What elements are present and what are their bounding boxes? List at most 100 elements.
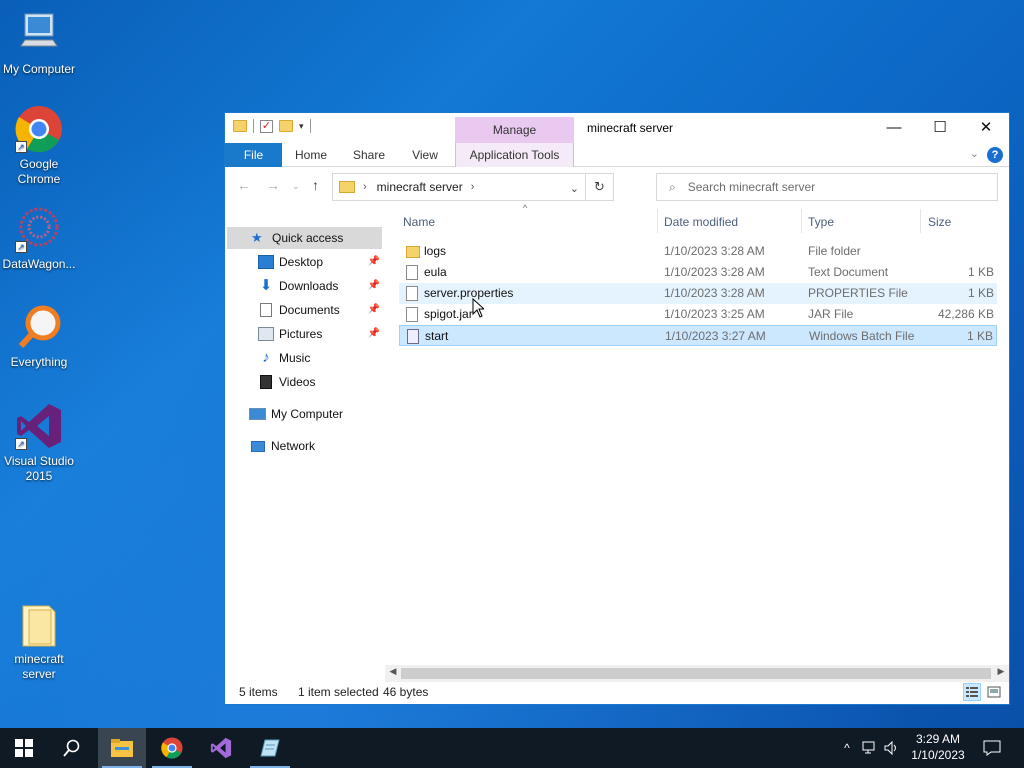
pictures-icon	[258, 327, 274, 341]
taskbar-visual-studio[interactable]	[197, 728, 245, 768]
help-icon[interactable]: ?	[987, 147, 1003, 163]
file-row-server-properties[interactable]: server.properties 1/10/2023 3:28 AM PROP…	[399, 283, 997, 304]
chrome-icon	[161, 737, 183, 759]
maximize-button[interactable]: ☐	[917, 113, 963, 143]
minimize-button[interactable]: —	[871, 113, 917, 143]
tab-share[interactable]: Share	[345, 143, 393, 167]
show-hidden-icons-icon[interactable]: ^	[838, 741, 856, 755]
file-name: logs	[424, 244, 447, 258]
nav-item-label: Downloads	[279, 279, 339, 293]
file-row-start[interactable]: start 1/10/2023 3:27 AM Windows Batch Fi…	[399, 325, 997, 346]
desktop-icon-minecraft-server-folder[interactable]: minecraft server	[0, 600, 78, 682]
tab-home[interactable]: Home	[287, 143, 335, 167]
pin-icon[interactable]: 📌	[368, 275, 380, 297]
start-button[interactable]	[0, 728, 48, 768]
pin-icon[interactable]: 📌	[368, 299, 380, 321]
taskbar-chrome[interactable]	[148, 728, 196, 768]
column-divider[interactable]	[920, 209, 921, 233]
clock[interactable]: 3:29 AM 1/10/2023	[900, 731, 976, 763]
column-header-size[interactable]: Size	[928, 211, 994, 233]
network-icon[interactable]	[862, 741, 878, 755]
clock-time: 3:29 AM	[915, 732, 961, 746]
desktop-icon-label: DataWagon...	[2, 257, 76, 271]
nav-item-desktop[interactable]: Desktop 📌	[258, 251, 382, 273]
file-size: 1 KB	[966, 329, 993, 343]
visual-studio-icon: ↗	[15, 402, 63, 450]
taskbar-file-explorer[interactable]	[98, 728, 146, 768]
file-date: 1/10/2023 3:25 AM	[664, 307, 765, 321]
column-divider[interactable]	[801, 209, 802, 233]
documents-icon	[260, 303, 272, 317]
nav-item-downloads[interactable]: ⬇ Downloads 📌	[258, 275, 382, 297]
visual-studio-icon	[210, 737, 232, 759]
column-header-name[interactable]: Name	[403, 211, 653, 233]
properties-icon[interactable]: ✓	[260, 119, 273, 133]
forward-arrow-icon[interactable]: →	[266, 177, 280, 193]
details-view-icon[interactable]	[963, 683, 981, 701]
nav-item-videos[interactable]: Videos	[258, 371, 382, 393]
column-divider[interactable]	[657, 209, 658, 233]
scroll-right-icon[interactable]: ▶	[993, 666, 1009, 677]
refresh-icon[interactable]: ↻	[585, 174, 613, 200]
explorer-window: ✓ ▾ Manage minecraft server — ☐ ✕ File H…	[224, 112, 1010, 705]
clock-date: 1/10/2023	[911, 748, 965, 762]
video-film-icon	[260, 375, 272, 389]
expand-ribbon-icon[interactable]: ⌄	[970, 147, 979, 160]
taskbar: ^ 3:29 AM 1/10/2023	[0, 728, 1024, 768]
pin-icon[interactable]: 📌	[368, 323, 380, 345]
chevron-right-icon[interactable]: ›	[471, 181, 475, 193]
chevron-down-icon[interactable]: ⌄	[570, 182, 579, 195]
search-icon	[63, 739, 80, 757]
scrollbar-thumb[interactable]	[401, 668, 991, 679]
file-row-eula[interactable]: eula 1/10/2023 3:28 AM Text Document 1 K…	[399, 262, 997, 283]
taskbar-notepad[interactable]	[246, 728, 294, 768]
nav-item-pictures[interactable]: Pictures 📌	[258, 323, 382, 345]
volume-icon[interactable]	[884, 741, 900, 755]
network-icon	[251, 440, 265, 452]
nav-item-network[interactable]: Network	[249, 435, 382, 457]
column-header-type[interactable]: Type	[808, 211, 918, 233]
desktop-icon	[258, 255, 274, 269]
folder-icon	[339, 181, 355, 193]
back-arrow-icon[interactable]: ←	[237, 177, 251, 193]
customize-toolbar-icon[interactable]: ▾	[299, 121, 304, 132]
close-button[interactable]: ✕	[963, 113, 1009, 143]
new-folder-icon[interactable]	[279, 120, 293, 132]
file-row-spigot-jar[interactable]: spigot.jar 1/10/2023 3:25 AM JAR File 42…	[399, 304, 997, 325]
action-center-button[interactable]	[968, 728, 1016, 768]
search-button[interactable]	[48, 728, 96, 768]
nav-item-label: My Computer	[271, 407, 344, 421]
large-icons-view-icon[interactable]	[985, 683, 1003, 701]
file-row-logs[interactable]: logs 1/10/2023 3:28 AM File folder	[399, 241, 997, 262]
file-size: 42,286 KB	[937, 307, 994, 321]
desktop-icon-everything[interactable]: Everything	[0, 303, 78, 370]
desktop-icon-datawagon[interactable]: ↗ DataWagon...	[0, 205, 78, 272]
nav-item-documents[interactable]: Documents 📌	[258, 299, 382, 321]
desktop-icon-visual-studio[interactable]: ↗ Visual Studio 2015	[0, 402, 78, 484]
up-arrow-icon[interactable]: ↑	[312, 177, 319, 193]
nav-item-music[interactable]: ♪ Music	[258, 347, 382, 369]
address-box[interactable]: › minecraft server › ⌄ ↻	[332, 173, 614, 201]
desktop-icon-my-computer[interactable]: My Computer	[0, 10, 78, 77]
tab-application-tools[interactable]: Application Tools	[455, 143, 574, 167]
breadcrumb-minecraft-server[interactable]: minecraft server	[377, 180, 463, 194]
download-arrow-icon: ⬇	[259, 277, 273, 294]
notification-icon	[983, 740, 1001, 756]
column-header-date-modified[interactable]: Date modified	[664, 211, 799, 233]
nav-item-label: Documents	[279, 303, 340, 317]
tab-view[interactable]: View	[403, 143, 447, 167]
scroll-left-icon[interactable]: ◀	[385, 666, 401, 677]
tab-file[interactable]: File	[225, 143, 282, 167]
everything-search-icon	[15, 303, 63, 351]
star-icon: ★	[251, 230, 263, 245]
navigation-pane: ★ Quick access Desktop 📌 ⬇ Downloads 📌 D…	[225, 221, 382, 671]
nav-item-my-computer[interactable]: My Computer	[249, 403, 382, 425]
recent-locations-icon[interactable]: ⌄	[292, 181, 300, 192]
shortcut-arrow-icon: ↗	[15, 141, 27, 153]
pin-icon[interactable]: 📌	[368, 251, 380, 273]
desktop-icon-google-chrome[interactable]: ↗ Google Chrome	[0, 105, 78, 187]
nav-item-quick-access[interactable]: ★ Quick access	[227, 227, 382, 249]
tab-manage[interactable]: Manage	[455, 117, 574, 143]
file-date: 1/10/2023 3:27 AM	[665, 329, 766, 343]
search-input[interactable]: ⌕ Search minecraft server	[656, 173, 998, 201]
